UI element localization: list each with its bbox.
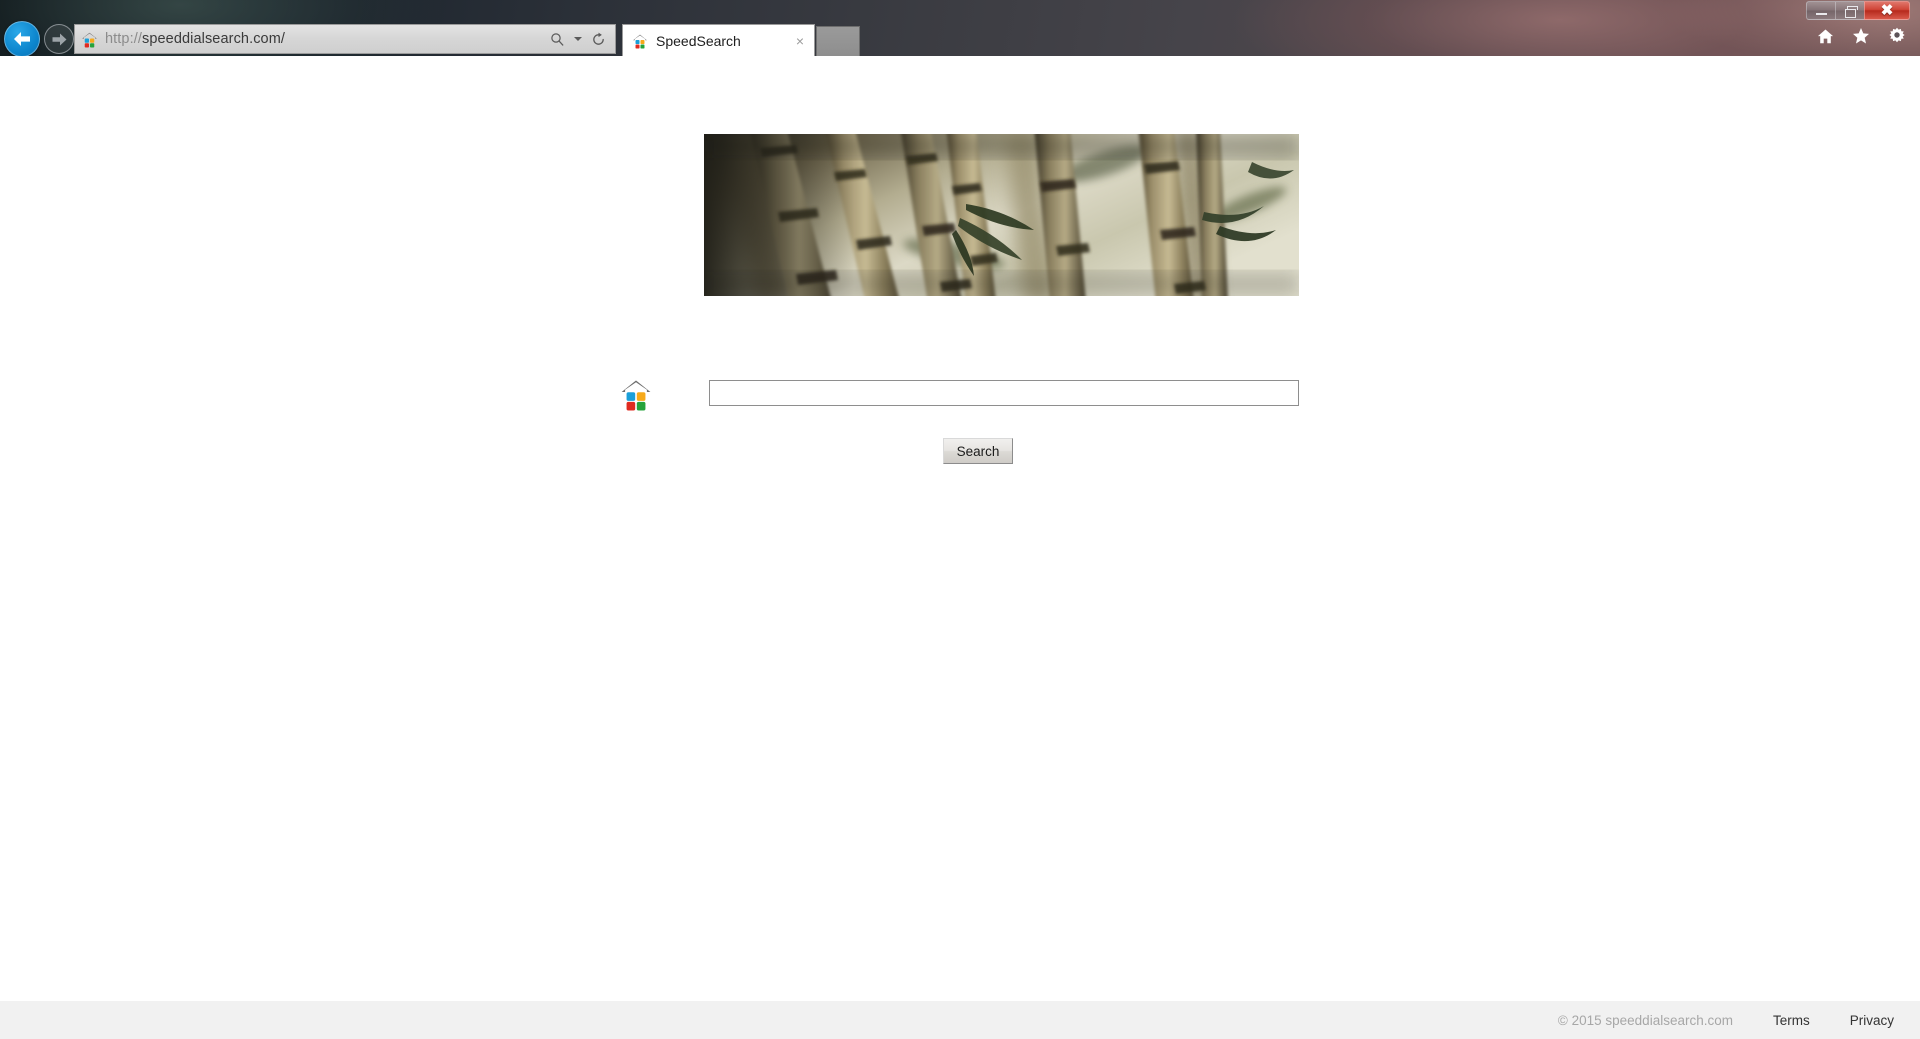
window-controls: ✖: [1806, 1, 1910, 20]
bamboo-banner-image: [704, 134, 1299, 296]
close-window-button[interactable]: ✖: [1864, 1, 1910, 20]
page-footer: © 2015 speeddialsearch.com Terms Privacy: [0, 1001, 1920, 1039]
forward-button[interactable]: [44, 24, 74, 54]
back-button[interactable]: [4, 21, 40, 56]
address-bar[interactable]: http://speeddialsearch.com/: [74, 24, 616, 54]
new-tab-button[interactable]: [816, 26, 860, 56]
search-icon[interactable]: [550, 32, 565, 47]
search-button[interactable]: Search: [943, 438, 1013, 464]
search-input[interactable]: [709, 380, 1299, 406]
browser-chrome: ✖ http://speeddialsearch.com/ SpeedSearc…: [0, 0, 1920, 56]
url-host: speeddialsearch.com/: [141, 31, 286, 47]
address-bar-favicon-icon: [81, 31, 98, 48]
tab-title: SpeedSearch: [656, 32, 741, 49]
footer-link-terms[interactable]: Terms: [1773, 1013, 1810, 1028]
restore-button[interactable]: [1835, 1, 1864, 20]
minimize-button[interactable]: [1806, 1, 1835, 20]
tab-favicon-icon: [632, 33, 648, 49]
footer-link-privacy[interactable]: Privacy: [1850, 1013, 1894, 1028]
restore-icon: [1844, 5, 1858, 18]
browser-toolbar-icons: [1817, 27, 1906, 45]
refresh-icon[interactable]: [591, 32, 606, 47]
speeddial-house-logo: [620, 378, 652, 417]
bamboo-banner-graphic: [704, 134, 1299, 296]
page-content: Search © 2015 speeddialsearch.com Terms …: [0, 56, 1920, 1039]
address-bar-url: http://speeddialsearch.com/: [105, 31, 285, 47]
home-icon[interactable]: [1817, 28, 1834, 45]
tab-close-icon[interactable]: ×: [796, 34, 804, 48]
footer-copyright: © 2015 speeddialsearch.com: [1557, 1012, 1733, 1028]
chevron-down-icon[interactable]: [574, 37, 582, 41]
close-icon: ✖: [1880, 2, 1894, 19]
favorites-star-icon[interactable]: [1852, 27, 1870, 45]
minimize-icon: [1815, 12, 1827, 15]
back-arrow-icon: [14, 32, 30, 46]
forward-arrow-icon: [52, 33, 66, 45]
settings-gear-icon[interactable]: [1888, 27, 1906, 45]
tab-speedsearch[interactable]: SpeedSearch ×: [622, 24, 815, 56]
address-bar-tools: [550, 32, 615, 47]
url-scheme: http://: [105, 31, 142, 47]
